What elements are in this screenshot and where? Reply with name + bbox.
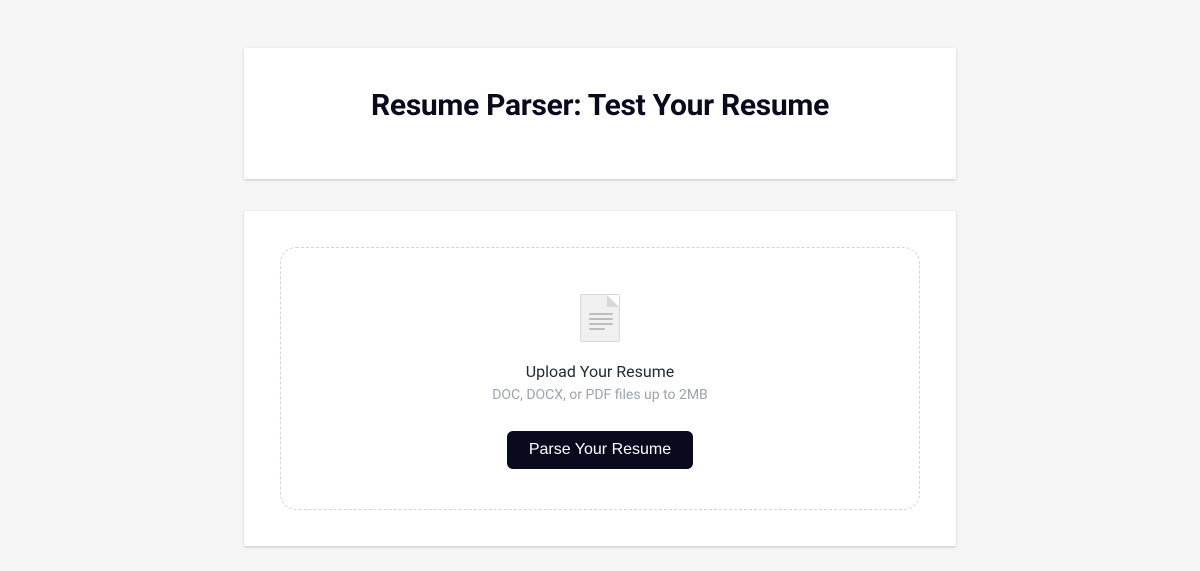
- header-card: Resume Parser: Test Your Resume: [244, 48, 956, 179]
- page-title: Resume Parser: Test Your Resume: [268, 88, 932, 123]
- upload-dropzone[interactable]: Upload Your Resume DOC, DOCX, or PDF fil…: [280, 247, 920, 510]
- upload-subtitle: DOC, DOCX, or PDF files up to 2MB: [305, 387, 895, 403]
- upload-card: Upload Your Resume DOC, DOCX, or PDF fil…: [244, 211, 956, 546]
- parse-resume-button[interactable]: Parse Your Resume: [507, 431, 693, 469]
- upload-title: Upload Your Resume: [305, 362, 895, 381]
- document-icon: [580, 294, 620, 342]
